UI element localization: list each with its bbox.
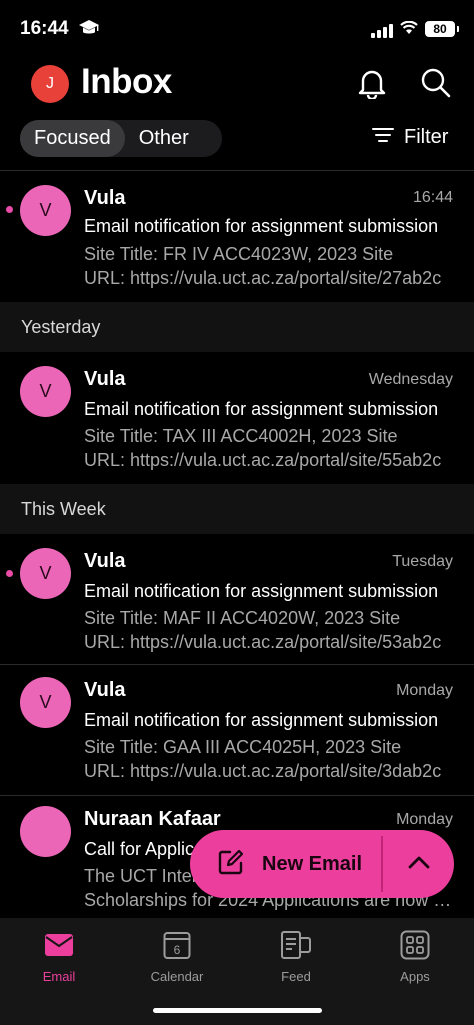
message-preview: URL: https://vula.uct.ac.za/portal/site/… xyxy=(84,268,442,288)
message-preview: Site Title: GAA III ACC4025H, 2023 Site xyxy=(84,737,402,757)
tab-label: Email xyxy=(42,969,76,984)
message-preview: Site Title: TAX III ACC4002H, 2023 Site xyxy=(84,426,398,446)
message-date: Monday xyxy=(396,682,453,699)
unread-dot xyxy=(6,570,13,577)
tab-focused[interactable]: Focused xyxy=(20,120,125,157)
new-email-fab: New Email xyxy=(190,830,454,898)
calendar-icon: 6 xyxy=(118,930,236,960)
message-preview: Site Title: FR IV ACC4023W, 2023 Site xyxy=(84,244,394,264)
wifi-icon xyxy=(400,20,418,40)
calendar-day-number: 6 xyxy=(174,943,181,957)
list-item[interactable]: V Vula Wednesday Email notification for … xyxy=(0,352,474,482)
tab-calendar[interactable]: 6 Calendar xyxy=(118,930,236,984)
tab-label: Feed xyxy=(281,969,311,984)
chevron-up-icon xyxy=(408,855,430,874)
feed-icon xyxy=(237,930,355,960)
section-label: This Week xyxy=(21,499,106,519)
message-subject: Email notification for assignment submis… xyxy=(84,399,439,419)
message-date: Monday xyxy=(396,811,453,828)
sender-photo-avatar xyxy=(20,806,71,857)
status-bar: 16:44 80 xyxy=(0,0,474,58)
message-preview: Site Title: MAF II ACC4020W, 2023 Site xyxy=(84,608,401,628)
bell-icon[interactable] xyxy=(357,67,387,104)
list-item[interactable]: V Vula Monday Email notification for ass… xyxy=(0,665,474,795)
filter-label: Filter xyxy=(404,126,449,148)
message-subject: Email notification for assignment submis… xyxy=(84,710,439,730)
cellular-signal-icon xyxy=(371,24,393,38)
message-preview: URL: https://vula.uct.ac.za/portal/site/… xyxy=(84,632,442,652)
message-subject: Email notification for assignment submis… xyxy=(84,216,439,236)
message-preview: URL: https://vula.uct.ac.za/portal/site/… xyxy=(84,761,442,781)
compose-icon xyxy=(218,849,244,880)
sender-avatar: V xyxy=(20,548,71,599)
page-title: Inbox xyxy=(81,62,172,101)
status-time: 16:44 xyxy=(20,18,69,39)
section-header-yesterday: Yesterday xyxy=(0,302,474,352)
battery-indicator: 80 xyxy=(425,21,459,37)
expand-compose-button[interactable] xyxy=(383,830,454,898)
filter-button[interactable]: Filter xyxy=(372,126,448,149)
sender-avatar: V xyxy=(20,366,71,417)
message-date: 16:44 xyxy=(412,189,453,206)
tab-other[interactable]: Other xyxy=(125,120,203,157)
sender-avatar: V xyxy=(20,677,71,728)
message-date: Wednesday xyxy=(368,371,453,388)
sender-avatar: V xyxy=(20,185,71,236)
tab-email[interactable]: Email xyxy=(0,930,118,984)
list-item[interactable]: V Vula 16:44 Email notification for assi… xyxy=(0,171,474,301)
inbox-pivot: Focused Other xyxy=(20,120,222,157)
sender-name: Vula xyxy=(84,187,126,209)
filter-icon xyxy=(372,126,394,149)
message-subject: Email notification for assignment submis… xyxy=(84,581,439,601)
search-icon[interactable] xyxy=(420,67,452,104)
new-email-button[interactable]: New Email xyxy=(190,830,381,898)
tab-feed[interactable]: Feed xyxy=(237,930,355,984)
sender-name: Nuraan Kafaar xyxy=(84,808,221,830)
list-item[interactable]: V Vula Tuesday Email notification for as… xyxy=(0,534,474,664)
sender-name: Vula xyxy=(84,368,126,390)
sender-name: Vula xyxy=(84,550,126,572)
new-email-label: New Email xyxy=(262,852,363,875)
tab-label: Apps xyxy=(400,969,430,984)
unread-dot xyxy=(6,206,13,213)
section-header-this-week: This Week xyxy=(0,484,474,534)
tab-apps[interactable]: Apps xyxy=(356,930,474,984)
sender-name: Vula xyxy=(84,679,126,701)
message-date: Tuesday xyxy=(392,553,453,570)
envelope-icon xyxy=(0,930,118,960)
message-preview: URL: https://vula.uct.ac.za/portal/site/… xyxy=(84,450,442,470)
home-indicator[interactable] xyxy=(153,1008,322,1013)
graduation-cap-icon xyxy=(78,19,100,42)
inbox-header: J Inbox xyxy=(0,58,474,110)
section-label: Yesterday xyxy=(21,317,101,337)
apps-grid-icon xyxy=(356,930,474,960)
account-avatar[interactable]: J xyxy=(31,65,69,103)
tab-label: Calendar xyxy=(150,969,204,984)
